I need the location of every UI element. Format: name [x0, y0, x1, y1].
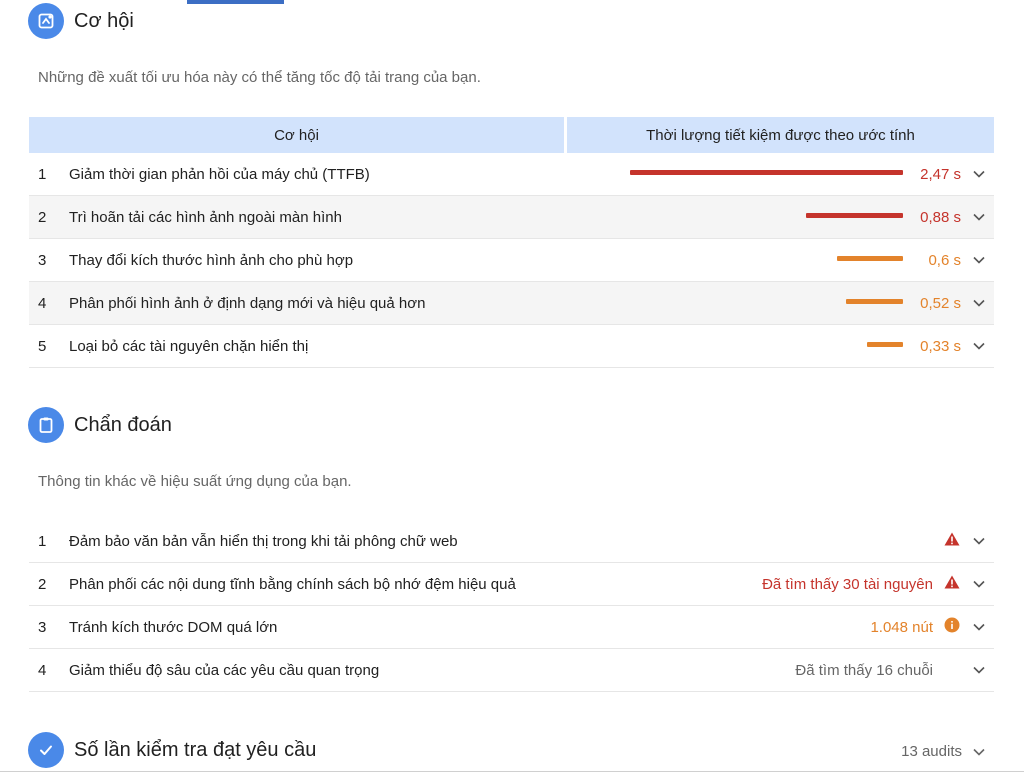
chevron-down-icon[interactable] — [972, 339, 986, 353]
diagnostic-row[interactable]: 4 Giảm thiểu độ sâu của các yêu cầu quan … — [29, 649, 994, 692]
opportunities-header: Cơ hội — [28, 3, 134, 39]
savings-bar — [630, 170, 903, 175]
row-number: 2 — [38, 208, 47, 226]
diagnostic-row[interactable]: 3 Tránh kích thước DOM quá lớn 1.048 nút — [29, 606, 994, 649]
savings-value: 0,33 s — [920, 337, 961, 355]
diagnostics-description: Thông tin khác về hiệu suất ứng dụng của… — [38, 473, 352, 490]
passed-audits-header[interactable]: Số lần kiểm tra đạt yêu cầu — [28, 732, 316, 768]
opportunity-label: Giảm thời gian phản hồi của máy chủ (TTF… — [69, 165, 370, 183]
opportunities-title: Cơ hội — [74, 9, 134, 32]
row-number: 5 — [38, 337, 47, 355]
opportunities-table-header: Cơ hội Thời lượng tiết kiệm được theo ướ… — [29, 117, 994, 153]
diagnostic-label: Giảm thiểu độ sâu của các yêu cầu quan t… — [69, 661, 380, 679]
chevron-down-icon[interactable] — [972, 167, 986, 181]
chevron-down-icon[interactable] — [972, 253, 986, 267]
diagnostic-row[interactable]: 2 Phân phối các nội dung tĩnh bằng chính … — [29, 563, 994, 606]
opportunity-label: Thay đổi kích thước hình ảnh cho phù hợp — [69, 251, 354, 269]
chevron-down-icon[interactable] — [972, 577, 986, 591]
passed-audits-title: Số lần kiểm tra đạt yêu cầu — [74, 738, 317, 761]
diagnostics-title: Chẩn đoán — [74, 413, 172, 436]
chevron-down-icon[interactable] — [972, 534, 986, 548]
chevron-down-icon[interactable] — [972, 745, 986, 759]
divider — [0, 771, 1024, 772]
diagnostic-label: Phân phối các nội dung tĩnh bằng chính s… — [69, 575, 516, 593]
savings-value: 0,6 s — [928, 251, 961, 269]
savings-value: 0,52 s — [920, 294, 961, 312]
chevron-down-icon[interactable] — [972, 210, 986, 224]
savings-value: 0,88 s — [920, 208, 961, 226]
row-number: 2 — [38, 575, 47, 593]
diagnostics-header: Chẩn đoán — [28, 407, 172, 443]
info-icon — [944, 617, 960, 633]
active-tab-indicator — [187, 0, 284, 4]
chevron-down-icon[interactable] — [972, 663, 986, 677]
diagnostic-label: Tránh kích thước DOM quá lớn — [69, 618, 278, 636]
chevron-down-icon[interactable] — [972, 620, 986, 634]
row-number: 3 — [38, 251, 47, 269]
diagnostic-value: Đã tìm thấy 16 chuỗi — [795, 661, 933, 679]
opportunity-row[interactable]: 3 Thay đổi kích thước hình ảnh cho phù hợ… — [29, 239, 994, 282]
column-header-savings: Thời lượng tiết kiệm được theo ước tính — [567, 117, 994, 153]
warning-icon — [944, 531, 960, 547]
speed-opportunity-icon — [28, 3, 64, 39]
opportunity-label: Loại bỏ các tài nguyên chặn hiển thị — [69, 337, 309, 355]
opportunity-label: Phân phối hình ảnh ở định dạng mới và hi… — [69, 294, 426, 312]
passed-audits-count: 13 audits — [901, 743, 962, 760]
diagnostic-row[interactable]: 1 Đảm bảo văn bản vẫn hiển thị trong khi … — [29, 520, 994, 563]
diagnostic-value: 1.048 nút — [870, 618, 933, 636]
opportunity-row[interactable]: 4 Phân phối hình ảnh ở định dạng mới và h… — [29, 282, 994, 325]
row-number: 4 — [38, 661, 47, 679]
savings-bar — [837, 256, 903, 261]
diagnostic-value: Đã tìm thấy 30 tài nguyên — [762, 575, 933, 593]
savings-bar — [867, 342, 903, 347]
clipboard-icon — [28, 407, 64, 443]
opportunity-label: Trì hoãn tải các hình ảnh ngoài màn hình — [69, 208, 342, 226]
opportunity-row[interactable]: 5 Loại bỏ các tài nguyên chặn hiển thị 0,3… — [29, 325, 994, 368]
checkmark-icon — [28, 732, 64, 768]
row-number: 1 — [38, 532, 47, 550]
warning-icon — [944, 574, 960, 590]
chevron-down-icon[interactable] — [972, 296, 986, 310]
savings-bar — [846, 299, 903, 304]
row-number: 3 — [38, 618, 47, 636]
row-number: 4 — [38, 294, 47, 312]
diagnostic-label: Đảm bảo văn bản vẫn hiển thị trong khi t… — [69, 532, 458, 550]
opportunities-description: Những đề xuất tối ưu hóa này có thể tăng… — [38, 69, 481, 86]
row-number: 1 — [38, 165, 47, 183]
opportunity-row[interactable]: 2 Trì hoãn tải các hình ảnh ngoài màn hìn… — [29, 196, 994, 239]
savings-bar — [806, 213, 903, 218]
savings-value: 2,47 s — [920, 165, 961, 183]
opportunity-row[interactable]: 1 Giảm thời gian phản hồi của máy chủ (TT… — [29, 153, 994, 196]
column-header-opportunity: Cơ hội — [29, 117, 564, 153]
